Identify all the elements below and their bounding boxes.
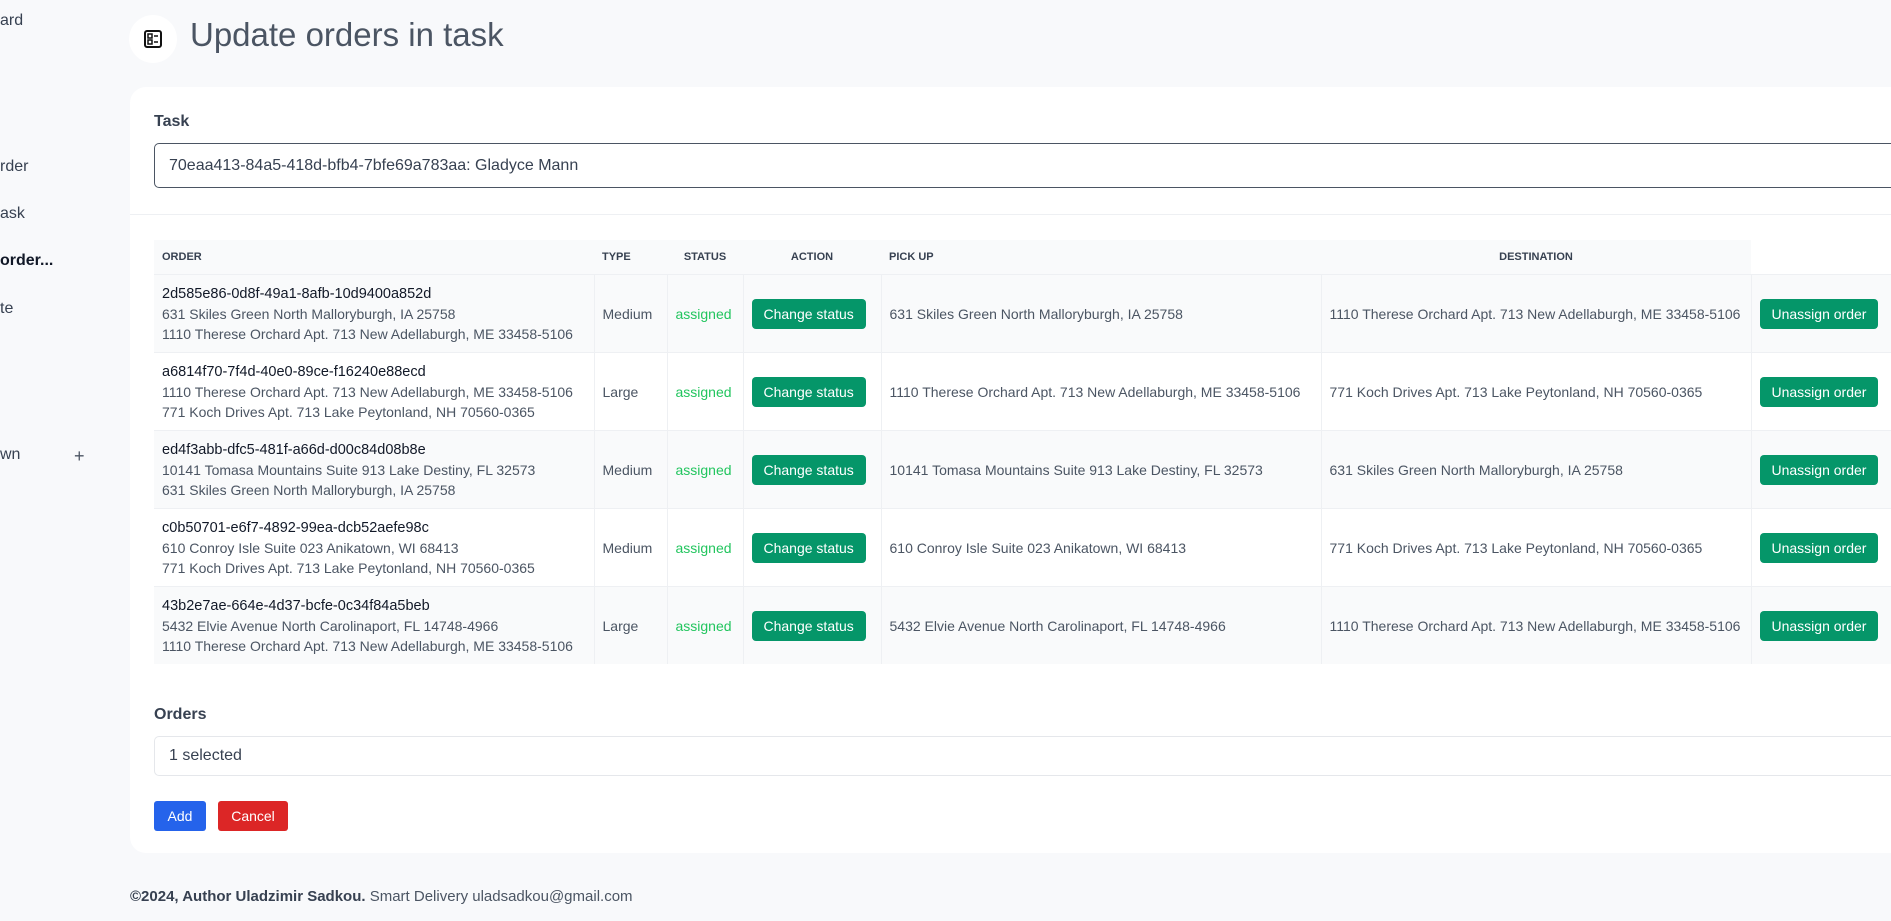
sidebar-item-dropdown[interactable]: wn xyxy=(0,446,20,464)
table-row: 2d585e86-0d8f-49a1-8afb-10d9400a852d 631 … xyxy=(154,274,1891,353)
order-from: 10141 Tomasa Mountains Suite 913 Lake De… xyxy=(162,461,536,478)
order-to: 1110 Therese Orchard Apt. 713 New Adella… xyxy=(162,325,573,342)
column-header-type: TYPE xyxy=(594,240,667,275)
order-from: 631 Skiles Green North Malloryburgh, IA … xyxy=(162,305,456,322)
order-from: 5432 Elvie Avenue North Carolinaport, FL… xyxy=(162,617,499,634)
action-cell: Change status xyxy=(743,274,882,353)
order-to: 771 Koch Drives Apt. 713 Lake Peytonland… xyxy=(162,403,535,420)
order-cell: c0b50701-e6f7-4892-99ea-dcb52aefe98c 610 … xyxy=(154,508,595,587)
unassign-cell: Unassign order xyxy=(1751,274,1891,353)
table-header: ORDER TYPE STATUS ACTION PICK UP DESTINA… xyxy=(154,240,1891,275)
add-button[interactable]: Add xyxy=(154,801,206,831)
status-cell: assigned xyxy=(667,586,744,664)
pickup-cell: 610 Conroy Isle Suite 023 Anikatown, WI … xyxy=(881,508,1322,587)
destination-cell: 631 Skiles Green North Malloryburgh, IA … xyxy=(1321,430,1752,509)
order-id: ed4f3abb-dfc5-481f-a66d-d00c84d08b8e xyxy=(162,441,426,458)
sidebar-item-dashboard[interactable]: ard xyxy=(0,12,23,30)
footer-copyright: ©2024, Author Uladzimir Sadkou. xyxy=(130,888,366,905)
order-cell: 43b2e7ae-664e-4d37-bcfe-0c34f84a5beb 5432… xyxy=(154,586,595,664)
order-id: c0b50701-e6f7-4892-99ea-dcb52aefe98c xyxy=(162,519,429,536)
pickup-cell: 5432 Elvie Avenue North Carolinaport, FL… xyxy=(881,586,1322,664)
type-cell: Medium xyxy=(594,274,668,353)
divider xyxy=(130,214,1891,215)
sidebar-item-order[interactable]: rder xyxy=(0,158,28,176)
type-cell: Medium xyxy=(594,508,668,587)
unassign-order-button[interactable]: Unassign order xyxy=(1759,532,1879,563)
list-icon xyxy=(129,15,177,63)
plus-icon[interactable]: + xyxy=(74,446,85,467)
order-to: 771 Koch Drives Apt. 713 Lake Peytonland… xyxy=(162,559,535,576)
sidebar-item-task[interactable]: ask xyxy=(0,205,25,223)
change-status-button[interactable]: Change status xyxy=(751,532,866,563)
order-id: a6814f70-7f4d-40e0-89ce-f16240e88ecd xyxy=(162,363,426,380)
pickup-cell: 1110 Therese Orchard Apt. 713 New Adella… xyxy=(881,352,1322,431)
column-header-action: ACTION xyxy=(743,240,881,275)
orders-table: ORDER TYPE STATUS ACTION PICK UP DESTINA… xyxy=(154,240,1891,664)
status-cell: assigned xyxy=(667,352,744,431)
change-status-button[interactable]: Change status xyxy=(751,298,866,329)
order-cell: a6814f70-7f4d-40e0-89ce-f16240e88ecd 1110… xyxy=(154,352,595,431)
sidebar-item-route[interactable]: te xyxy=(0,300,13,318)
update-orders-form: Task 70eaa413-84a5-418d-bfb4-7bfe69a783a… xyxy=(130,87,1891,853)
task-label: Task xyxy=(154,113,190,130)
type-cell: Large xyxy=(594,586,668,664)
footer-text: Smart Delivery uladsadkou@gmail.com xyxy=(365,888,633,905)
destination-cell: 771 Koch Drives Apt. 713 Lake Peytonland… xyxy=(1321,508,1752,587)
unassign-order-button[interactable]: Unassign order xyxy=(1759,610,1879,641)
type-cell: Medium xyxy=(594,430,668,509)
change-status-button[interactable]: Change status xyxy=(751,610,866,641)
sidebar-item-update-orders[interactable]: order... xyxy=(0,252,53,270)
order-from: 610 Conroy Isle Suite 023 Anikatown, WI … xyxy=(162,539,459,556)
action-cell: Change status xyxy=(743,586,882,664)
cancel-button[interactable]: Cancel xyxy=(218,801,288,831)
order-to: 1110 Therese Orchard Apt. 713 New Adella… xyxy=(162,637,573,654)
pickup-cell: 631 Skiles Green North Malloryburgh, IA … xyxy=(881,274,1322,353)
destination-cell: 1110 Therese Orchard Apt. 713 New Adella… xyxy=(1321,274,1752,353)
column-header-destination: DESTINATION xyxy=(1321,240,1751,275)
unassign-order-button[interactable]: Unassign order xyxy=(1759,376,1879,407)
table-row: ed4f3abb-dfc5-481f-a66d-d00c84d08b8e 1014… xyxy=(154,430,1891,509)
action-cell: Change status xyxy=(743,508,882,587)
orders-multiselect[interactable]: 1 selected xyxy=(154,736,1891,776)
table-row: a6814f70-7f4d-40e0-89ce-f16240e88ecd 1110… xyxy=(154,352,1891,431)
action-cell: Change status xyxy=(743,430,882,509)
table-row: c0b50701-e6f7-4892-99ea-dcb52aefe98c 610 … xyxy=(154,508,1891,587)
table-row: 43b2e7ae-664e-4d37-bcfe-0c34f84a5beb 5432… xyxy=(154,586,1891,664)
action-cell: Change status xyxy=(743,352,882,431)
order-cell: ed4f3abb-dfc5-481f-a66d-d00c84d08b8e 1014… xyxy=(154,430,595,509)
type-cell: Large xyxy=(594,352,668,431)
order-id: 2d585e86-0d8f-49a1-8afb-10d9400a852d xyxy=(162,285,432,302)
status-cell: assigned xyxy=(667,274,744,353)
status-cell: assigned xyxy=(667,508,744,587)
order-to: 631 Skiles Green North Malloryburgh, IA … xyxy=(162,481,456,498)
page-title: Update orders in task xyxy=(190,16,504,53)
column-header-status: STATUS xyxy=(667,240,743,275)
destination-cell: 1110 Therese Orchard Apt. 713 New Adella… xyxy=(1321,586,1752,664)
unassign-cell: Unassign order xyxy=(1751,508,1891,587)
unassign-cell: Unassign order xyxy=(1751,352,1891,431)
status-cell: assigned xyxy=(667,430,744,509)
change-status-button[interactable]: Change status xyxy=(751,376,866,407)
column-header-pickup: PICK UP xyxy=(881,240,1321,275)
change-status-button[interactable]: Change status xyxy=(751,454,866,485)
unassign-order-button[interactable]: Unassign order xyxy=(1759,454,1879,485)
pickup-cell: 10141 Tomasa Mountains Suite 913 Lake De… xyxy=(881,430,1322,509)
unassign-cell: Unassign order xyxy=(1751,586,1891,664)
destination-cell: 771 Koch Drives Apt. 713 Lake Peytonland… xyxy=(1321,352,1752,431)
order-cell: 2d585e86-0d8f-49a1-8afb-10d9400a852d 631 … xyxy=(154,274,595,353)
task-select[interactable]: 70eaa413-84a5-418d-bfb4-7bfe69a783aa: Gl… xyxy=(154,143,1891,188)
order-id: 43b2e7ae-664e-4d37-bcfe-0c34f84a5beb xyxy=(162,597,430,614)
unassign-order-button[interactable]: Unassign order xyxy=(1759,298,1879,329)
order-from: 1110 Therese Orchard Apt. 713 New Adella… xyxy=(162,383,573,400)
column-header-order: ORDER xyxy=(154,240,594,275)
footer: ©2024, Author Uladzimir Sadkou. Smart De… xyxy=(130,888,633,905)
unassign-cell: Unassign order xyxy=(1751,430,1891,509)
orders-label: Orders xyxy=(154,706,207,723)
